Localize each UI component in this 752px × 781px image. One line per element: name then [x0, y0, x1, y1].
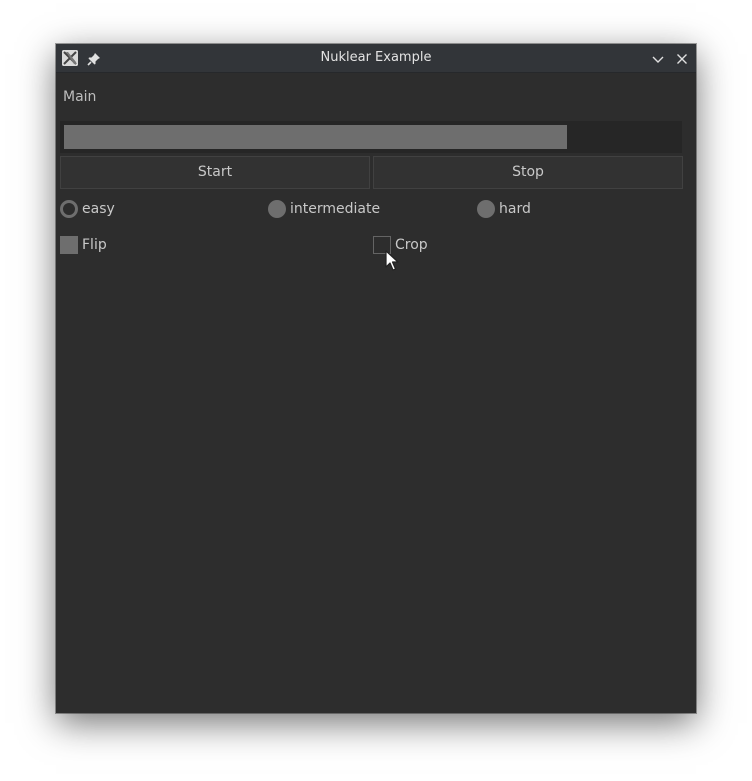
- radio-label: hard: [499, 201, 531, 217]
- close-icon[interactable]: [675, 51, 689, 65]
- title-bar[interactable]: Nuklear Example: [56, 44, 696, 73]
- window-title: Nuklear Example: [320, 50, 432, 65]
- panel-title: Main: [63, 89, 97, 105]
- stop-button[interactable]: Stop: [373, 156, 683, 189]
- radio-dot[interactable]: [268, 200, 286, 218]
- progress-fill: [64, 125, 567, 149]
- radio-dot[interactable]: [60, 200, 78, 218]
- radio-label: easy: [82, 201, 115, 217]
- panel-content: Main Start Stop easy intermediate hard F…: [56, 73, 696, 713]
- checkbox-label: Crop: [395, 237, 428, 253]
- progress-bar[interactable]: [60, 121, 682, 153]
- desktop: Nuklear Example Main Start Stop easy int…: [0, 0, 752, 781]
- checkbox-label: Flip: [82, 237, 107, 253]
- chevron-down-icon[interactable]: [651, 51, 665, 65]
- radio-label: intermediate: [290, 201, 381, 217]
- app-window: Nuklear Example Main Start Stop easy int…: [56, 44, 696, 713]
- checkbox-box[interactable]: [373, 236, 391, 254]
- checkbox-box[interactable]: [60, 236, 78, 254]
- radio-dot[interactable]: [477, 200, 495, 218]
- start-button[interactable]: Start: [60, 156, 370, 189]
